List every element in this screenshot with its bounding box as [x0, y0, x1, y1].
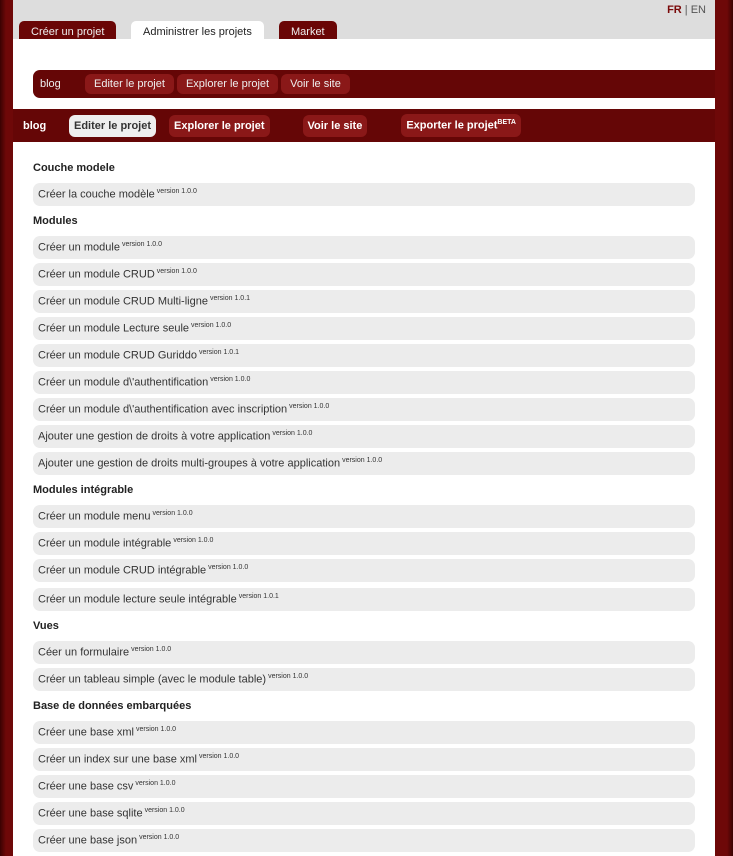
section-heading: Base de données embarquées: [33, 700, 192, 712]
wizard-item[interactable]: Créer un module version 1.0.0: [33, 236, 695, 259]
version-badge: version 1.0.0: [121, 241, 163, 248]
wizard-item[interactable]: Créer une base csv version 1.0.0: [33, 775, 695, 798]
wizard-item[interactable]: Créer un module d\'authentification versi…: [33, 371, 695, 394]
wizard-label: Créer un module CRUD Guriddo: [38, 349, 197, 362]
wizard-item[interactable]: Créer un module menu version 1.0.0: [33, 505, 695, 528]
section-heading: Vues: [33, 620, 59, 632]
wizard-item[interactable]: Créer un module CRUD version 1.0.0: [33, 263, 695, 286]
wizard-item[interactable]: Créer la couche modèle version 1.0.0: [33, 183, 695, 206]
wizard-label: Créer la couche modèle: [38, 188, 155, 201]
wizard-item[interactable]: Créer une base xml version 1.0.0: [33, 721, 695, 744]
wizard-item[interactable]: Ajouter une gestion de droits multi-grou…: [33, 452, 695, 475]
wizard-label: Ajouter une gestion de droits multi-grou…: [38, 457, 341, 470]
wizard-item[interactable]: Créer un module lecture seule intégrable…: [33, 588, 695, 611]
tab-admin-projects[interactable]: Administrer les projets: [131, 21, 264, 39]
wizard-item[interactable]: Créer un module Lecture seule version 1.0…: [33, 317, 695, 340]
wizard-label: Créer un module CRUD Multi-ligne: [38, 295, 208, 308]
version-badge: version 1.0.0: [156, 268, 197, 275]
version-badge: version 1.0.0: [191, 322, 232, 329]
version-badge: version 1.0.1: [209, 295, 251, 302]
version-badge: version 1.0.1: [198, 349, 240, 356]
wizard-item[interactable]: Créer un module CRUD Multi-ligne version …: [33, 290, 695, 313]
wizard-label: Créer un index sur une base xml: [38, 753, 197, 766]
wizard-label: Créer une base json: [38, 834, 138, 847]
version-badge: version 1.0.0: [198, 753, 240, 760]
version-badge: version 1.0.0: [208, 564, 249, 571]
version-badge: version 1.0.0: [272, 430, 313, 437]
wizard-label: Créer un tableau simple (avec le module …: [38, 673, 267, 686]
version-badge: version 1.0.0: [210, 376, 251, 383]
explore-project-button[interactable]: Explorer le projet: [176, 74, 279, 94]
wizard-label: Créer un module Lecture seule: [38, 322, 190, 335]
version-badge: version 1.0.0: [289, 403, 330, 410]
tab-market[interactable]: Market: [279, 21, 337, 39]
wizard-item[interactable]: Créer une base sqlite version 1.0.0: [33, 802, 695, 825]
export-project-button[interactable]: Exporter le projetBETA: [401, 114, 521, 137]
lang-fr-link[interactable]: FR: [667, 4, 682, 16]
version-badge: version 1.0.0: [139, 834, 180, 841]
wizard-label: Créer un module: [38, 241, 120, 254]
wizard-label: Créer un module CRUD: [38, 268, 155, 281]
wizard-item[interactable]: Céer un formulaire version 1.0.0: [33, 641, 695, 664]
version-badge: version 1.0.0: [173, 537, 214, 544]
wizard-label: Ajouter une gestion de droits à votre ap…: [38, 430, 271, 443]
edit-project-button[interactable]: Editer le projet: [69, 114, 157, 137]
wizard-label: Créer un module menu: [38, 510, 151, 523]
wizard-list: Couche modele Créer la couche modèle versi…: [33, 155, 695, 856]
wizard-label: Créer un module d\'authentification: [38, 376, 209, 389]
project-bar: blog Editer le projet Explorer le projet…: [33, 70, 715, 98]
wizard-item[interactable]: Créer un module d\'authentification avec…: [33, 398, 695, 421]
version-badge: version 1.0.0: [144, 807, 185, 814]
version-badge: version 1.0.0: [131, 646, 172, 653]
wizard-item[interactable]: Créer un module intégrable version 1.0.0: [33, 532, 695, 555]
version-badge: version 1.0.0: [152, 510, 193, 517]
view-site-button[interactable]: Voir le site: [281, 74, 350, 94]
explore-project-button[interactable]: Explorer le projet: [169, 114, 270, 137]
wizard-label: Créer une base csv: [38, 780, 134, 793]
edit-project-button[interactable]: Editer le projet: [85, 74, 174, 94]
version-badge: version 1.0.0: [136, 726, 177, 733]
wizard-label: Créer un module lecture seule intégrable: [38, 593, 237, 606]
version-badge: version 1.0.0: [268, 673, 309, 680]
top-bar: FR | EN Créer un projet Administrer les …: [13, 0, 715, 39]
view-site-button[interactable]: Voir le site: [302, 114, 368, 137]
export-label: Exporter le projet: [406, 119, 498, 132]
project-name: blog: [40, 78, 61, 90]
version-badge: version 1.0.0: [135, 780, 176, 787]
wizard-label: Créer un module d\'authentification avec…: [38, 403, 288, 416]
wizard-label: Céer un formulaire: [38, 646, 130, 659]
section-heading: Couche modele: [33, 162, 115, 174]
version-badge: version 1.0.0: [342, 457, 383, 464]
wizard-item[interactable]: Créer un index sur une base xml version 1…: [33, 748, 695, 771]
wizard-label: Créer un module intégrable: [38, 537, 172, 550]
project-name: blog: [23, 119, 47, 132]
section-heading: Modules: [33, 215, 78, 227]
lang-en-link[interactable]: EN: [691, 4, 706, 16]
version-badge: version 1.0.0: [156, 188, 197, 195]
project-toolbar: blog Editer le projet Explorer le projet…: [13, 109, 715, 142]
wizard-item[interactable]: Créer un module CRUD Guriddo version 1.0.…: [33, 344, 695, 367]
beta-badge: BETA: [497, 119, 516, 127]
wizard-label: Créer une base sqlite: [38, 807, 143, 820]
wizard-item[interactable]: Créer un module CRUD intégrable version 1…: [33, 559, 695, 582]
main-panel: FR | EN Créer un projet Administrer les …: [13, 0, 715, 856]
wizard-label: Créer une base xml: [38, 726, 134, 739]
wizard-item[interactable]: Ajouter une gestion de droits à votre ap…: [33, 425, 695, 448]
wizard-label: Créer un module CRUD intégrable: [38, 564, 207, 577]
wizard-item[interactable]: Créer un tableau simple (avec le module …: [33, 668, 695, 691]
version-badge: version 1.0.1: [238, 593, 279, 600]
wizard-item[interactable]: Créer une base json version 1.0.0: [33, 829, 695, 852]
tab-create-project[interactable]: Créer un projet: [19, 21, 117, 39]
lang-separator: |: [684, 4, 688, 16]
section-heading: Modules intégrable: [33, 484, 134, 496]
language-switcher: FR | EN: [667, 4, 706, 16]
